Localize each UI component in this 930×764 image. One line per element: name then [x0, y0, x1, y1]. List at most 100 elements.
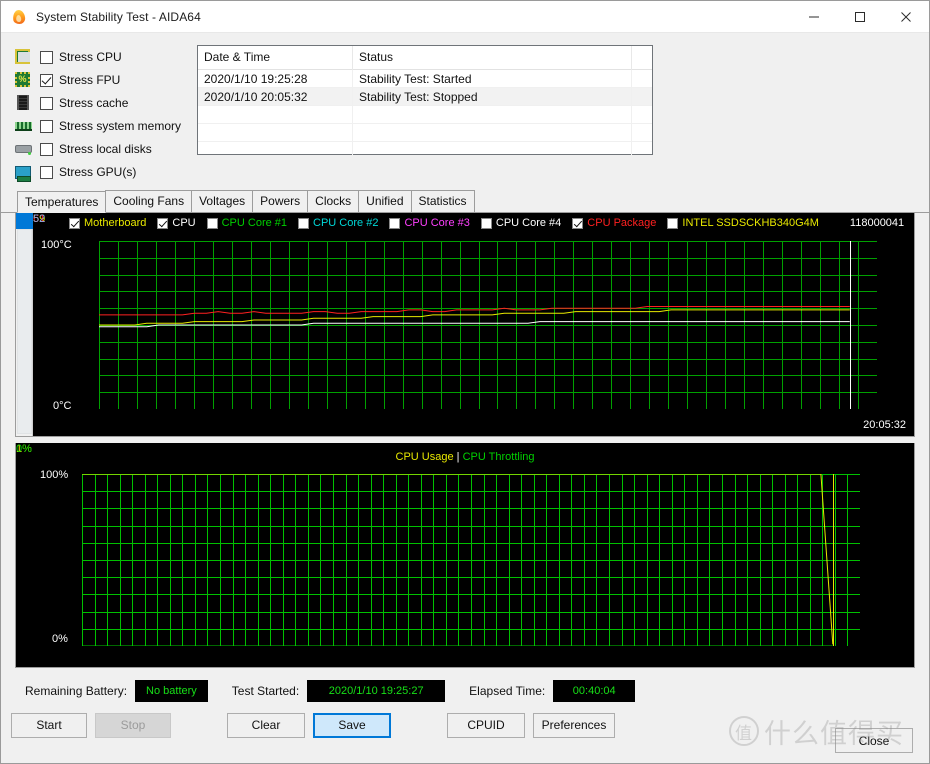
usage-plot-svg [82, 474, 860, 646]
tab-cooling-fans[interactable]: Cooling Fans [105, 190, 193, 212]
legend-checkbox-cpu[interactable] [157, 217, 169, 229]
battery-label: Remaining Battery: [25, 684, 128, 698]
stress-cache-checkbox[interactable] [40, 96, 53, 110]
log-header-row: Date & Time Status [198, 46, 652, 70]
stress-cpu-checkbox[interactable] [40, 50, 53, 64]
gpu-card-icon [15, 164, 33, 180]
scrollbar-track[interactable] [17, 229, 32, 434]
minimize-icon[interactable] [791, 1, 837, 33]
temp-axis-top-label: 100°C [41, 239, 72, 251]
table-row[interactable] [198, 124, 652, 142]
temp-time-label: 20:05:32 [863, 419, 906, 431]
cache-chip-icon [15, 95, 33, 111]
elapsed-time-label: Elapsed Time: [469, 684, 546, 698]
close-button[interactable]: Close [835, 728, 913, 753]
stop-button: Stop [95, 712, 171, 738]
log-column-datetime[interactable]: Date & Time [198, 46, 353, 70]
log-cell-datetime: 2020/1/10 19:25:28 [198, 70, 353, 87]
legend-label-cpu-core-4: CPU Core #4 [495, 217, 562, 229]
temperature-chart: Motherboard CPU CPU Core #1 CPU Core #2 … [33, 213, 914, 436]
legend-label-ssd: INTEL SSDSCKHB340G4M [682, 217, 819, 229]
stress-option-disks[interactable]: Stress local disks [15, 139, 185, 159]
stress-option-cpu[interactable]: Stress CPU [15, 47, 185, 67]
log-cell-status [353, 142, 632, 159]
log-cell-status [353, 106, 632, 123]
tab-statistics[interactable]: Statistics [410, 190, 475, 212]
usage-title-cpu-usage: CPU Usage [395, 451, 454, 463]
log-cell-datetime [198, 124, 353, 141]
table-row[interactable]: 2020/1/10 20:05:32 Stability Test: Stopp… [198, 88, 652, 106]
usage-title-separator: | [456, 451, 460, 463]
temp-readout-cpu: 52 [33, 213, 46, 225]
legend-item-cpu-core-1[interactable]: CPU Core #1 [206, 217, 288, 229]
legend-item-motherboard[interactable]: Motherboard [69, 217, 146, 229]
tab-unified[interactable]: Unified [358, 190, 412, 212]
stress-cpu-label: Stress CPU [59, 50, 122, 64]
legend-item-cpu-core-3[interactable]: CPU Core #3 [389, 217, 470, 229]
legend-item-cpu[interactable]: CPU [157, 217, 196, 229]
ssd-serial-number: 118000041 [849, 217, 905, 229]
elapsed-time-value: 00:40:04 [553, 680, 636, 702]
tab-bar: Temperatures Cooling Fans Voltages Power… [1, 190, 929, 213]
save-button[interactable]: Save [313, 712, 391, 738]
table-row[interactable]: 2020/1/10 19:25:28 Stability Test: Start… [198, 70, 652, 88]
legend-checkbox-cpu-package[interactable] [572, 217, 584, 229]
stress-disks-checkbox[interactable] [40, 142, 53, 156]
stress-option-cache[interactable]: Stress cache [15, 93, 185, 113]
temperature-legend: Motherboard CPU CPU Core #1 CPU Core #2 … [33, 215, 914, 231]
flame-icon [11, 8, 27, 25]
event-log-list[interactable]: Date & Time Status 2020/1/10 19:25:28 St… [197, 45, 653, 160]
log-cell-extra [632, 70, 652, 87]
tab-temperatures[interactable]: Temperatures [17, 191, 107, 213]
clear-button[interactable]: Clear [227, 712, 305, 738]
scrollbar-thumb[interactable] [16, 213, 33, 229]
temperature-graph-scrollbar[interactable] [16, 213, 33, 436]
usage-axis-top-label: 100% [40, 469, 69, 481]
button-bar: Start Stop Clear Save CPUID Preferences [1, 710, 929, 740]
stress-gpu-checkbox[interactable] [40, 165, 53, 179]
stress-disks-label: Stress local disks [59, 142, 152, 156]
table-row[interactable] [198, 106, 652, 124]
log-body: 2020/1/10 19:25:28 Stability Test: Start… [198, 70, 652, 160]
legend-checkbox-cpu-core-1[interactable] [206, 217, 218, 229]
log-cell-status: Stability Test: Started [353, 70, 632, 87]
legend-checkbox-cpu-core-4[interactable] [480, 217, 492, 229]
legend-label-motherboard: Motherboard [84, 217, 147, 229]
stress-memory-checkbox[interactable] [40, 119, 53, 133]
log-column-status[interactable]: Status [353, 46, 632, 70]
legend-checkbox-cpu-core-2[interactable] [298, 217, 310, 229]
start-button[interactable]: Start [11, 712, 87, 738]
log-column-extra[interactable] [632, 46, 652, 70]
table-row[interactable] [198, 142, 652, 160]
legend-item-cpu-package[interactable]: CPU Package [572, 217, 656, 229]
cpuid-button[interactable]: CPUID [447, 712, 525, 738]
memory-stick-icon [15, 118, 33, 134]
tab-clocks[interactable]: Clocks [307, 190, 360, 212]
stress-option-gpu[interactable]: Stress GPU(s) [15, 162, 185, 182]
stress-options-list: Stress CPU % Stress FPU Stress cache Str… [15, 45, 185, 185]
log-cell-datetime [198, 106, 353, 123]
usage-title-cpu-throttling: CPU Throttling [462, 451, 535, 463]
close-icon[interactable] [883, 1, 929, 33]
legend-checkbox-ssd[interactable] [667, 217, 679, 229]
tab-powers[interactable]: Powers [252, 190, 309, 212]
log-cell-status [353, 124, 632, 141]
cpu-chip-icon [15, 49, 33, 65]
legend-checkbox-motherboard[interactable] [69, 217, 80, 229]
legend-item-cpu-core-2[interactable]: CPU Core #2 [298, 217, 378, 229]
stress-cache-label: Stress cache [59, 96, 129, 110]
legend-checkbox-cpu-core-3[interactable] [389, 217, 401, 229]
maximize-icon[interactable] [837, 1, 883, 33]
legend-item-cpu-core-4[interactable]: CPU Core #4 [480, 217, 562, 229]
usage-readout-cpu-throttling: 0% [16, 443, 32, 455]
preferences-button[interactable]: Preferences [533, 712, 615, 738]
stress-option-memory[interactable]: Stress system memory [15, 116, 185, 136]
stress-fpu-checkbox[interactable] [40, 73, 53, 87]
legend-label-cpu-core-1: CPU Core #1 [221, 217, 288, 229]
hard-disk-icon [15, 141, 33, 157]
usage-axis-bottom-label: 0% [52, 633, 68, 645]
legend-item-ssd[interactable]: INTEL SSDSCKHB340G4M [667, 217, 819, 229]
tab-voltages[interactable]: Voltages [191, 190, 254, 212]
status-strip: Remaining Battery: No battery Test Start… [1, 674, 929, 708]
stress-option-fpu[interactable]: % Stress FPU [15, 70, 185, 90]
